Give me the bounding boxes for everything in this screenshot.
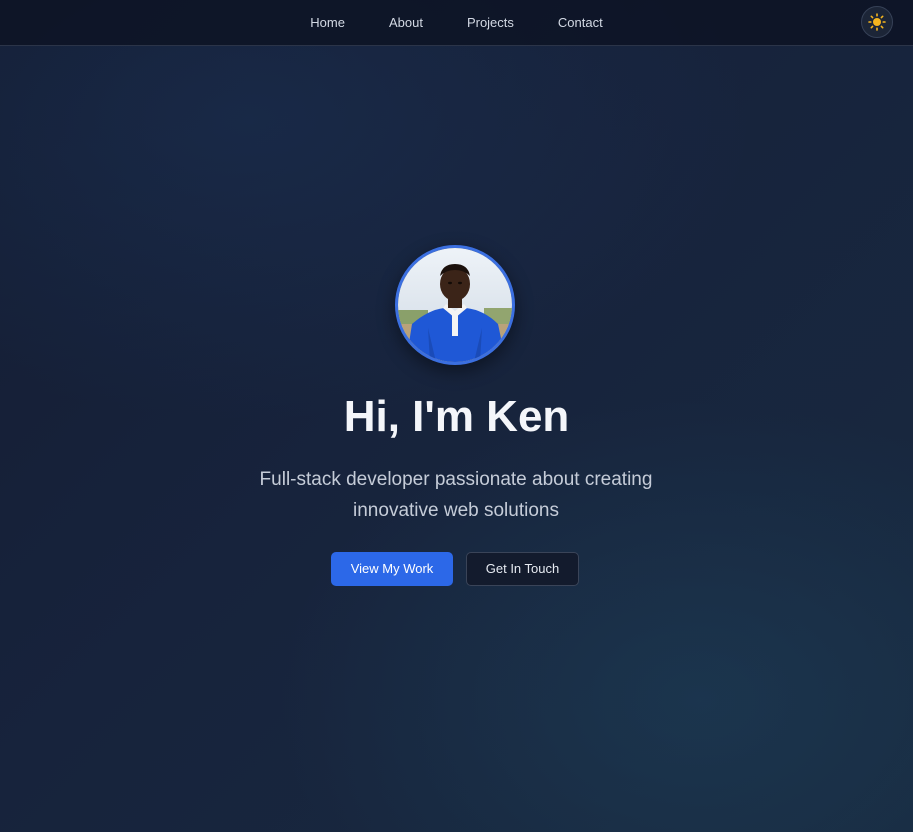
- get-in-touch-button[interactable]: Get In Touch: [466, 552, 579, 586]
- nav-link-about[interactable]: About: [389, 15, 423, 30]
- navbar: Home About Projects Contact: [0, 0, 913, 46]
- nav-links: Home About Projects Contact: [0, 0, 913, 45]
- nav-link-home[interactable]: Home: [310, 15, 345, 30]
- hero-title: Hi, I'm Ken: [343, 392, 570, 441]
- avatar: [395, 245, 515, 365]
- view-my-work-button[interactable]: View My Work: [331, 552, 453, 586]
- theme-toggle-button[interactable]: [861, 6, 893, 38]
- sun-icon: [868, 13, 886, 31]
- nav-link-contact[interactable]: Contact: [558, 15, 603, 30]
- nav-link-projects[interactable]: Projects: [467, 15, 514, 30]
- hero-subtitle: Full-stack developer passionate about cr…: [259, 469, 653, 521]
- profile-photo: [398, 248, 512, 362]
